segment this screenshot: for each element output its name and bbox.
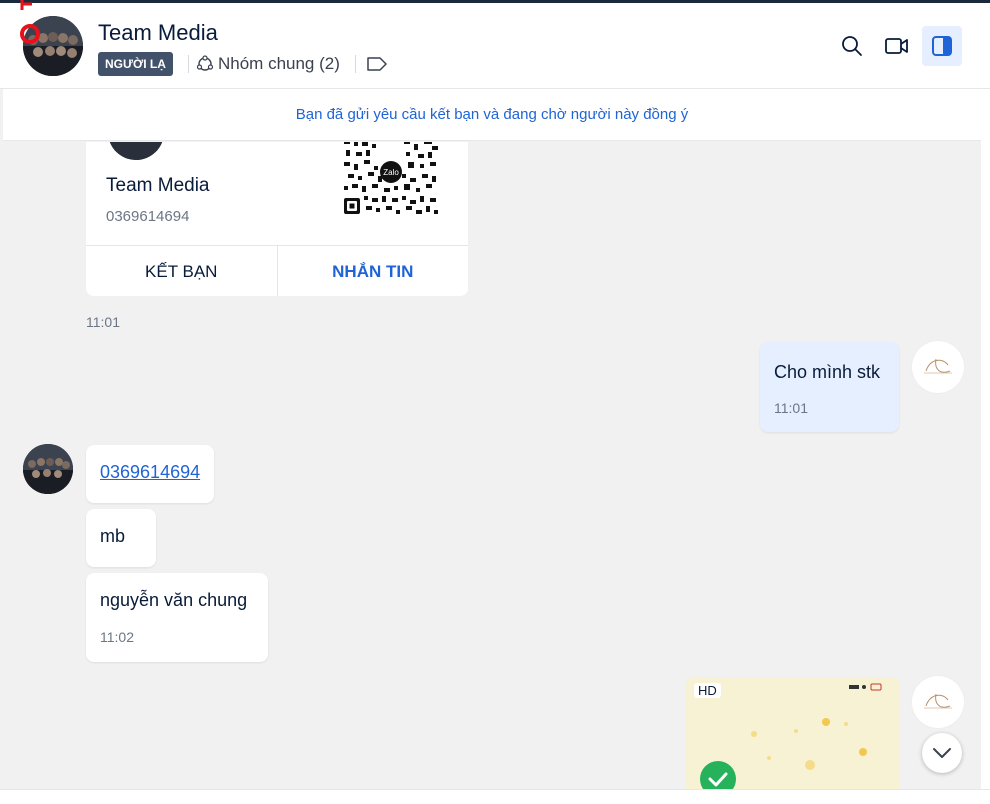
sender-avatar-image (23, 444, 73, 494)
divider (188, 55, 189, 73)
group-icon (196, 55, 214, 71)
top-border (0, 0, 990, 3)
scroll-to-bottom-button[interactable] (922, 733, 962, 773)
message-text: mb (100, 526, 126, 546)
video-call-button[interactable] (877, 26, 917, 66)
outgoing-image-message[interactable]: HD (686, 677, 899, 804)
my-avatar[interactable] (912, 676, 964, 728)
my-avatar-logo (924, 358, 952, 374)
scrollbar-track[interactable] (981, 89, 990, 804)
card-contact-phone: 0369614694 (106, 208, 190, 225)
card-avatar (108, 142, 164, 160)
side-panel-toggle[interactable] (922, 26, 962, 66)
message-text: nguyễn văn chung (100, 590, 248, 610)
video-call-icon (885, 38, 908, 54)
message-list[interactable]: Team Media 0369614694 Zalo KẾT BẠN NHẮN … (0, 142, 990, 804)
my-avatar[interactable] (912, 341, 964, 393)
chat-header: Team Media NGƯỜI LẠ Nhóm chung (2) (0, 0, 990, 89)
side-panel-icon (932, 36, 952, 56)
send-message-button[interactable]: NHẮN TIN (278, 246, 469, 296)
search-icon (842, 36, 862, 56)
composer-edge (0, 789, 990, 804)
my-avatar-logo (924, 693, 952, 709)
message-time: 11:02 (100, 629, 134, 645)
qr-code-image: Zalo (344, 142, 438, 216)
incoming-message[interactable]: mb (86, 509, 156, 567)
stranger-badge: NGƯỜI LẠ (98, 52, 173, 76)
card-avatar-image (108, 142, 164, 160)
message-time: 11:01 (774, 400, 808, 416)
incoming-message[interactable]: 0369614694 (86, 445, 214, 503)
add-friend-button[interactable]: KẾT BẠN (86, 246, 278, 296)
card-timestamp: 11:01 (86, 314, 120, 330)
contact-card: Team Media 0369614694 Zalo KẾT BẠN NHẮN … (86, 142, 468, 296)
hd-badge: HD (694, 683, 721, 698)
message-text: Cho mình stk (774, 362, 881, 382)
sender-avatar[interactable] (23, 444, 73, 494)
chevron-down-icon (933, 748, 951, 758)
outgoing-message[interactable]: Cho mình stk 11:01 (760, 342, 899, 432)
incoming-message[interactable]: nguyễn văn chung 11:02 (86, 573, 268, 662)
common-groups-label: Nhóm chung (2) (218, 54, 340, 73)
friend-request-banner: Bạn đã gửi yêu cầu kết bạn và đang chờ n… (3, 89, 981, 141)
chat-title: Team Media (98, 20, 218, 45)
qr-logo-text: Zalo (383, 168, 399, 177)
tag-icon[interactable] (366, 56, 388, 72)
common-groups-link[interactable]: Nhóm chung (2) (196, 52, 340, 76)
card-actions: KẾT BẠN NHẮN TIN (86, 245, 468, 296)
red-overlay-mark-icon (20, 0, 40, 44)
search-button[interactable] (832, 26, 872, 66)
card-contact-name: Team Media (106, 175, 210, 196)
divider (355, 55, 356, 73)
phone-link[interactable]: 0369614694 (100, 462, 200, 483)
